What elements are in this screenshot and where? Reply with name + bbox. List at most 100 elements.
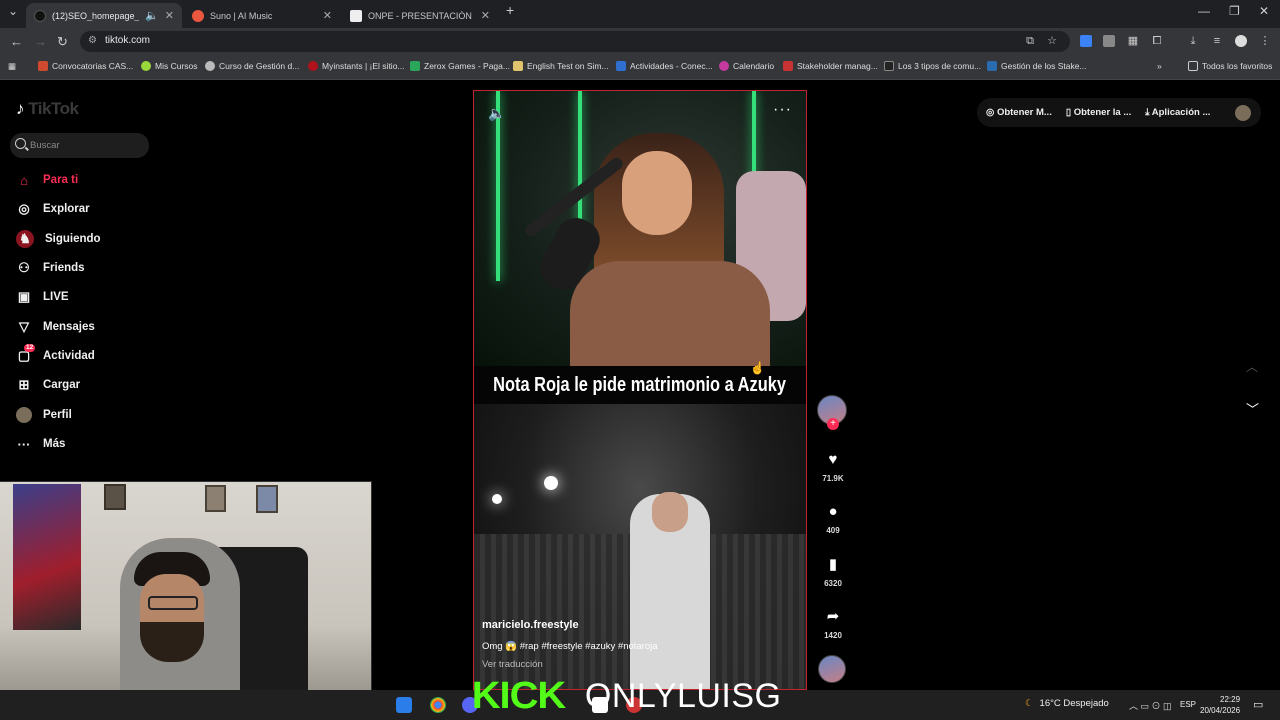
search-input[interactable]: Buscar [10,133,149,158]
bookmark-item[interactable]: Gestión de los Stake... [987,61,1087,71]
close-window-icon[interactable]: ✕ [1259,4,1269,18]
all-bookmarks-folder[interactable]: Todos los favoritos [1188,61,1272,71]
bookmark-favicon-icon [884,61,894,71]
sidebar-item-siguiendo[interactable]: ♞ Siguiendo [16,228,101,250]
sidebar-item-cargar[interactable]: ⊞ Cargar [16,374,81,396]
weather-text: 16°C Despejado [1039,698,1109,709]
site-info-icon[interactable]: ⚙ [88,35,97,46]
get-app-button[interactable]: ▯ Obtener la ... [1066,107,1131,118]
compass-icon: ◎ [18,201,30,216]
address-bar[interactable]: ⚙ tiktok.com [80,31,1070,52]
close-tab-icon[interactable]: ✕ [323,9,332,22]
previous-video-icon[interactable]: ︿ [1246,358,1258,375]
extension-icon[interactable]: ▦ [1127,35,1139,47]
bookmark-item[interactable]: Calendario [719,61,774,71]
sidebar-item-explorar[interactable]: ◎ Explorar [16,198,89,220]
clock[interactable]: 22:29 20/04/2026 [1200,694,1240,716]
bookmark-item[interactable]: Stakeholder manag... [783,61,878,71]
video-player[interactable]: 🔈 ··· Nota Roja le pide matrimonio a Azu… [473,90,807,690]
bookmark-label: Myinstants | ¡El sitio... [322,61,405,71]
extensions-puzzle-icon[interactable]: ⧠ [1151,35,1163,47]
bookmark-item[interactable]: Zerox Games - Paga... [410,61,510,71]
comment-count: 409 [826,526,840,535]
bookmark-item[interactable]: Mis Cursos [141,61,198,71]
restore-icon[interactable]: ❐ [1229,4,1240,18]
tab-tiktok[interactable]: (12)SEO_homepage_title 🔈 ✕ [26,3,182,28]
back-icon[interactable]: ← [10,34,23,49]
user-avatar[interactable] [1235,105,1251,121]
bookmark-favicon-icon [205,61,215,71]
speaker-icon[interactable]: 🔈 [145,9,159,22]
video-more-icon[interactable]: ··· [773,101,792,119]
bookmark-item[interactable]: English Test on Sim... [513,61,609,71]
store-icon[interactable] [396,697,412,713]
bookmark-favicon-icon [987,61,997,71]
sidebar-item-mas[interactable]: ··· Más [16,433,66,455]
sidebar-item-para-ti[interactable]: ⌂ Para ti [16,169,78,191]
video-caption-text: Nota Roja le pide matrimonio a Azuky [493,373,787,396]
forward-icon[interactable]: → [34,34,47,49]
sidebar-item-live[interactable]: ▣ LIVE [16,286,69,308]
like-button[interactable]: ♥ 71.9K [817,451,849,483]
profile-avatar-icon[interactable] [1235,35,1247,47]
profile-icon [16,407,32,423]
bookmark-item[interactable]: Convocatorias CAS... [38,61,133,71]
weather-widget[interactable]: ☾ 16°C Despejado [1025,698,1109,709]
tiktok-logo[interactable]: ♪ TikTok [16,99,79,119]
media-icon[interactable]: ≡ [1211,35,1223,47]
friends-icon: ⚇ [18,260,30,275]
tab-search-icon[interactable]: ⌄ [8,4,18,18]
volume-icon[interactable]: 🔈 [488,105,505,122]
desktop-app-button[interactable]: ⤓ Aplicación ... [1145,107,1210,118]
share-button[interactable]: ➦ 1420 [817,607,849,640]
chrome-icon[interactable] [430,697,446,713]
sidebar-item-label: Friends [43,262,85,274]
channel-name: ONLYLUISG [584,676,782,715]
install-app-icon[interactable]: ⧉ [1024,35,1036,47]
following-icon: ♞ [16,230,34,248]
comment-button[interactable]: ● 409 [817,503,849,535]
minimize-icon[interactable]: — [1198,4,1210,18]
save-button[interactable]: ▮ 6320 [817,555,849,588]
notifications-icon[interactable]: ▭ [1253,698,1263,711]
sound-avatar[interactable] [818,655,846,683]
tab-suno[interactable]: Suno | AI Music ✕ [184,3,340,28]
get-coins-label: Obtener M... [996,107,1052,118]
bookmark-item[interactable]: Los 3 tipos de comu... [884,61,981,71]
sidebar-item-perfil[interactable]: Perfil [16,404,72,426]
video-username[interactable]: maricielo.freestyle [482,619,579,631]
wall-frame [104,484,126,510]
new-tab-button[interactable]: + [506,2,514,18]
apps-icon[interactable]: ▦ [8,61,16,72]
sidebar-item-friends[interactable]: ⚇ Friends [16,257,85,279]
extension-icon[interactable] [1080,35,1092,47]
extension-icon[interactable] [1103,35,1115,47]
language-indicator[interactable]: ESP [1180,700,1196,709]
clock-time: 22:29 [1220,695,1241,704]
clock-date: 20/04/2026 [1200,706,1241,715]
next-video-icon[interactable]: ﹀ [1246,399,1259,418]
menu-icon[interactable]: ⋮ [1259,35,1271,47]
translate-link[interactable]: Ver traducción [482,659,543,670]
tab-onpe[interactable]: ONPE - PRESENTACIÓN DE RESULTADOS ✕ [342,3,498,28]
save-count: 6320 [824,579,842,588]
reload-icon[interactable]: ↻ [57,34,68,50]
bookmark-star-icon[interactable]: ☆ [1046,35,1058,47]
kick-logo: KICK [471,674,566,717]
sidebar-item-actividad[interactable]: ▢ 12 Actividad [16,344,95,367]
more-bookmarks-icon[interactable]: » [1157,61,1162,71]
get-coins-button[interactable]: ◎ Obtener M... [986,107,1052,118]
tab-title: ONPE - PRESENTACIÓN DE RESULTADOS [368,10,475,21]
follow-plus-icon[interactable]: + [827,418,839,430]
bookmark-favicon-icon [38,61,48,71]
downloads-icon[interactable]: ⤓ [1187,35,1199,47]
close-tab-icon[interactable]: ✕ [165,9,174,22]
video-top-frame: 🔈 ··· [474,91,806,366]
bookmark-item[interactable]: Curso de Gestión d... [205,61,299,71]
close-tab-icon[interactable]: ✕ [481,9,490,22]
sidebar-item-mensajes[interactable]: ▽ Mensajes [16,316,95,338]
bookmark-item[interactable]: Myinstants | ¡El sitio... [308,61,405,71]
bookmark-icon: ▮ [828,556,838,573]
bookmark-item[interactable]: Actividades - Conec... [616,61,713,71]
system-tray-icons[interactable]: ︿ ▭ ⊙ ◫ [1129,699,1172,712]
